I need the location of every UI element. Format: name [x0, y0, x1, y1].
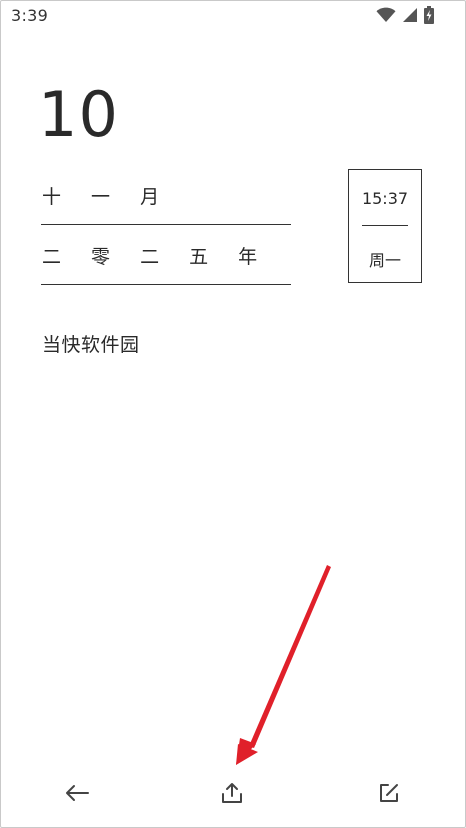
back-arrow-icon	[64, 783, 90, 807]
back-button[interactable]	[62, 780, 92, 810]
weekday-label: 周一	[368, 251, 401, 270]
note-text[interactable]: 当快软件园	[42, 330, 140, 357]
wifi-icon	[376, 7, 396, 23]
day-number: 10	[38, 78, 119, 151]
month-label: 十 一 月	[42, 186, 172, 208]
divider-line	[41, 284, 291, 285]
bottom-toolbar	[0, 770, 466, 820]
status-bar-time: 3:39	[11, 6, 49, 25]
status-bar-icons	[376, 5, 434, 25]
year-label: 二 零 二 五 年	[42, 246, 270, 268]
edit-icon	[377, 781, 401, 809]
divider-line	[41, 224, 291, 225]
edit-button[interactable]	[374, 780, 404, 810]
battery-charging-icon	[424, 6, 434, 24]
signal-icon	[402, 7, 418, 23]
clock-time: 15:37	[361, 189, 409, 208]
share-button[interactable]	[217, 780, 247, 810]
share-upload-icon	[220, 781, 244, 809]
time-box-divider	[362, 225, 408, 226]
time-box: 15:37 周一	[348, 169, 422, 283]
